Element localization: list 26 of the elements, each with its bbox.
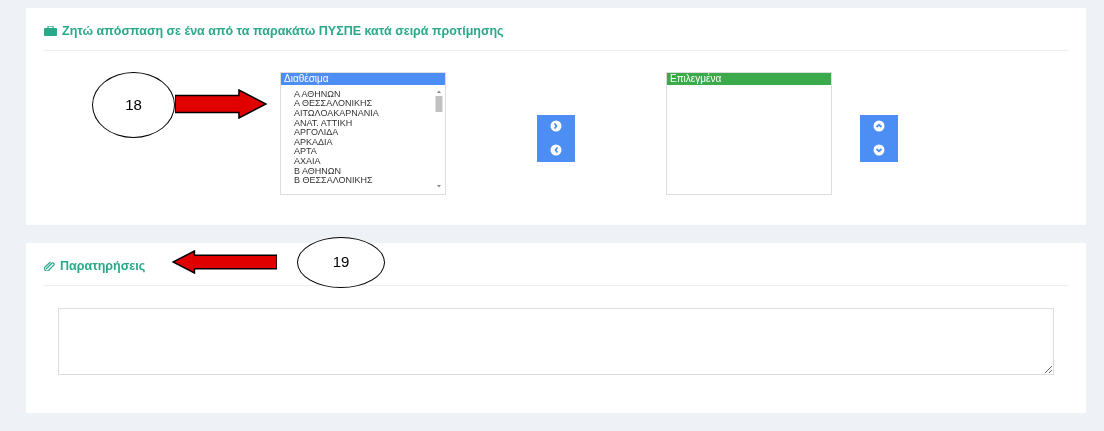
list-option[interactable]: ΑΡΚΑΔΙΑ [294,137,433,148]
listbox[interactable]: Διαθέσιμα Α ΑΘΗΝΩΝ Α ΘΕΣΣΑΛΟΝΙΚΗΣ ΑΙΤΩΛΟΑΚΑΡΝΑΝΙΑ ΑΝΑΤ. ΑΤΤΙΚΗ ΑΡΓΟΛΙΔΑ ΑΡΚΑΔΙΑ ΑΡΤΑ ΑΧΑΙΑ Β ΑΘΗΝΩΝ Β ΘΕΣΣΑΛΟΝΙΚΗΣ [280,71,446,195]
move-right-button[interactable] [550,120,562,133]
chevron-right-icon [550,120,562,133]
chevron-down-icon [873,144,885,157]
list-option[interactable]: ΑΧΑΙΑ [294,156,433,167]
briefcase-icon [44,26,57,37]
list-option[interactable]: Α ΑΘΗΝΩΝ [294,89,433,100]
list-option[interactable]: ΑΙΤΩΛΟΑΚΑΡΝΑΝΙΑ [294,108,433,119]
listbox-header: Διαθέσιμα [281,72,445,85]
list-option[interactable]: Β ΘΕΣΣΑΛΟΝΙΚΗΣ [294,176,433,186]
list-option[interactable]: ΑΡΤΑ [294,147,433,157]
paperclip-icon [44,261,55,272]
list-option[interactable]: Β ΑΘΗΝΩΝ [294,166,433,177]
move-up-button[interactable] [873,120,885,133]
chevron-left-icon [550,144,562,157]
list-option[interactable]: ΑΝΑΤ. ΑΤΤΙΚΗ [294,118,433,129]
move-down-button[interactable] [873,144,885,157]
move-left-button[interactable] [550,144,562,157]
listbox-header: Επιλεγμένα [667,72,831,85]
list-option[interactable]: Α ΘΕΣΣΑΛΟΝΙΚΗΣ [294,99,433,109]
section-title: Παρατηρήσεις [60,258,146,275]
section-title: Ζητώ απόσπαση σε ένα από τα παρακάτω ΠΥΣΠΕ κατά σειρά προτίμησης [62,23,504,40]
chevron-up-icon [873,120,885,133]
list-option[interactable]: ΑΡΓΟΛΙΔΑ [294,128,433,138]
remarks-field[interactable] [58,307,1054,375]
